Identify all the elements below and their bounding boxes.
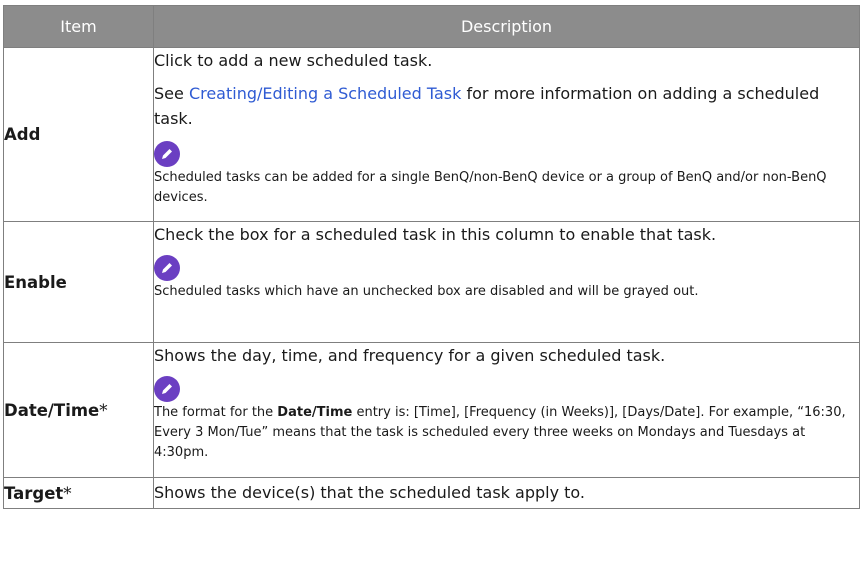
description-enable: Check the box for a scheduled task in th… xyxy=(153,221,860,343)
table-row-target: Target* Shows the device(s) that the sch… xyxy=(3,477,860,509)
pencil-icon xyxy=(154,376,180,402)
item-enable: Enable xyxy=(3,221,154,343)
pencil-icon xyxy=(154,141,180,167)
table-row-enable: Enable Check the box for a scheduled tas… xyxy=(3,221,860,343)
description-table: Item Description Add Click to add a new … xyxy=(3,5,860,509)
note-datetime: The format for the Date/Time entry is: [… xyxy=(154,376,859,463)
description-datetime: Shows the day, time, and frequency for a… xyxy=(153,342,860,478)
note-text-enable: Scheduled tasks which have an unchecked … xyxy=(154,284,699,299)
note-text-add: Scheduled tasks can be added for a singl… xyxy=(154,170,827,205)
pencil-icon xyxy=(154,255,180,281)
table-row-add: Add Click to add a new scheduled task. S… xyxy=(3,47,860,222)
description-add: Click to add a new scheduled task. See C… xyxy=(153,47,860,222)
note-text-datetime: The format for the Date/Time entry is: [… xyxy=(154,405,846,460)
description-target: Shows the device(s) that the scheduled t… xyxy=(153,477,860,509)
item-datetime: Date/Time* xyxy=(3,342,154,478)
add-see-text: See Creating/Editing a Scheduled Task fo… xyxy=(154,84,820,128)
note-enable: Scheduled tasks which have an unchecked … xyxy=(154,255,859,302)
table-header-row: Item Description xyxy=(3,5,860,48)
item-add: Add xyxy=(3,47,154,222)
enable-line: Check the box for a scheduled task in th… xyxy=(154,225,717,244)
target-line: Shows the device(s) that the scheduled t… xyxy=(154,483,586,502)
creating-editing-task-link[interactable]: Creating/Editing a Scheduled Task xyxy=(189,84,461,103)
table-row-datetime: Date/Time* Shows the day, time, and freq… xyxy=(3,342,860,478)
datetime-line: Shows the day, time, and frequency for a… xyxy=(154,346,666,365)
header-item: Item xyxy=(3,5,154,48)
add-line: Click to add a new scheduled task. xyxy=(154,51,433,70)
note-add: Scheduled tasks can be added for a singl… xyxy=(154,141,859,208)
header-description: Description xyxy=(153,5,860,48)
item-target: Target* xyxy=(3,477,154,509)
